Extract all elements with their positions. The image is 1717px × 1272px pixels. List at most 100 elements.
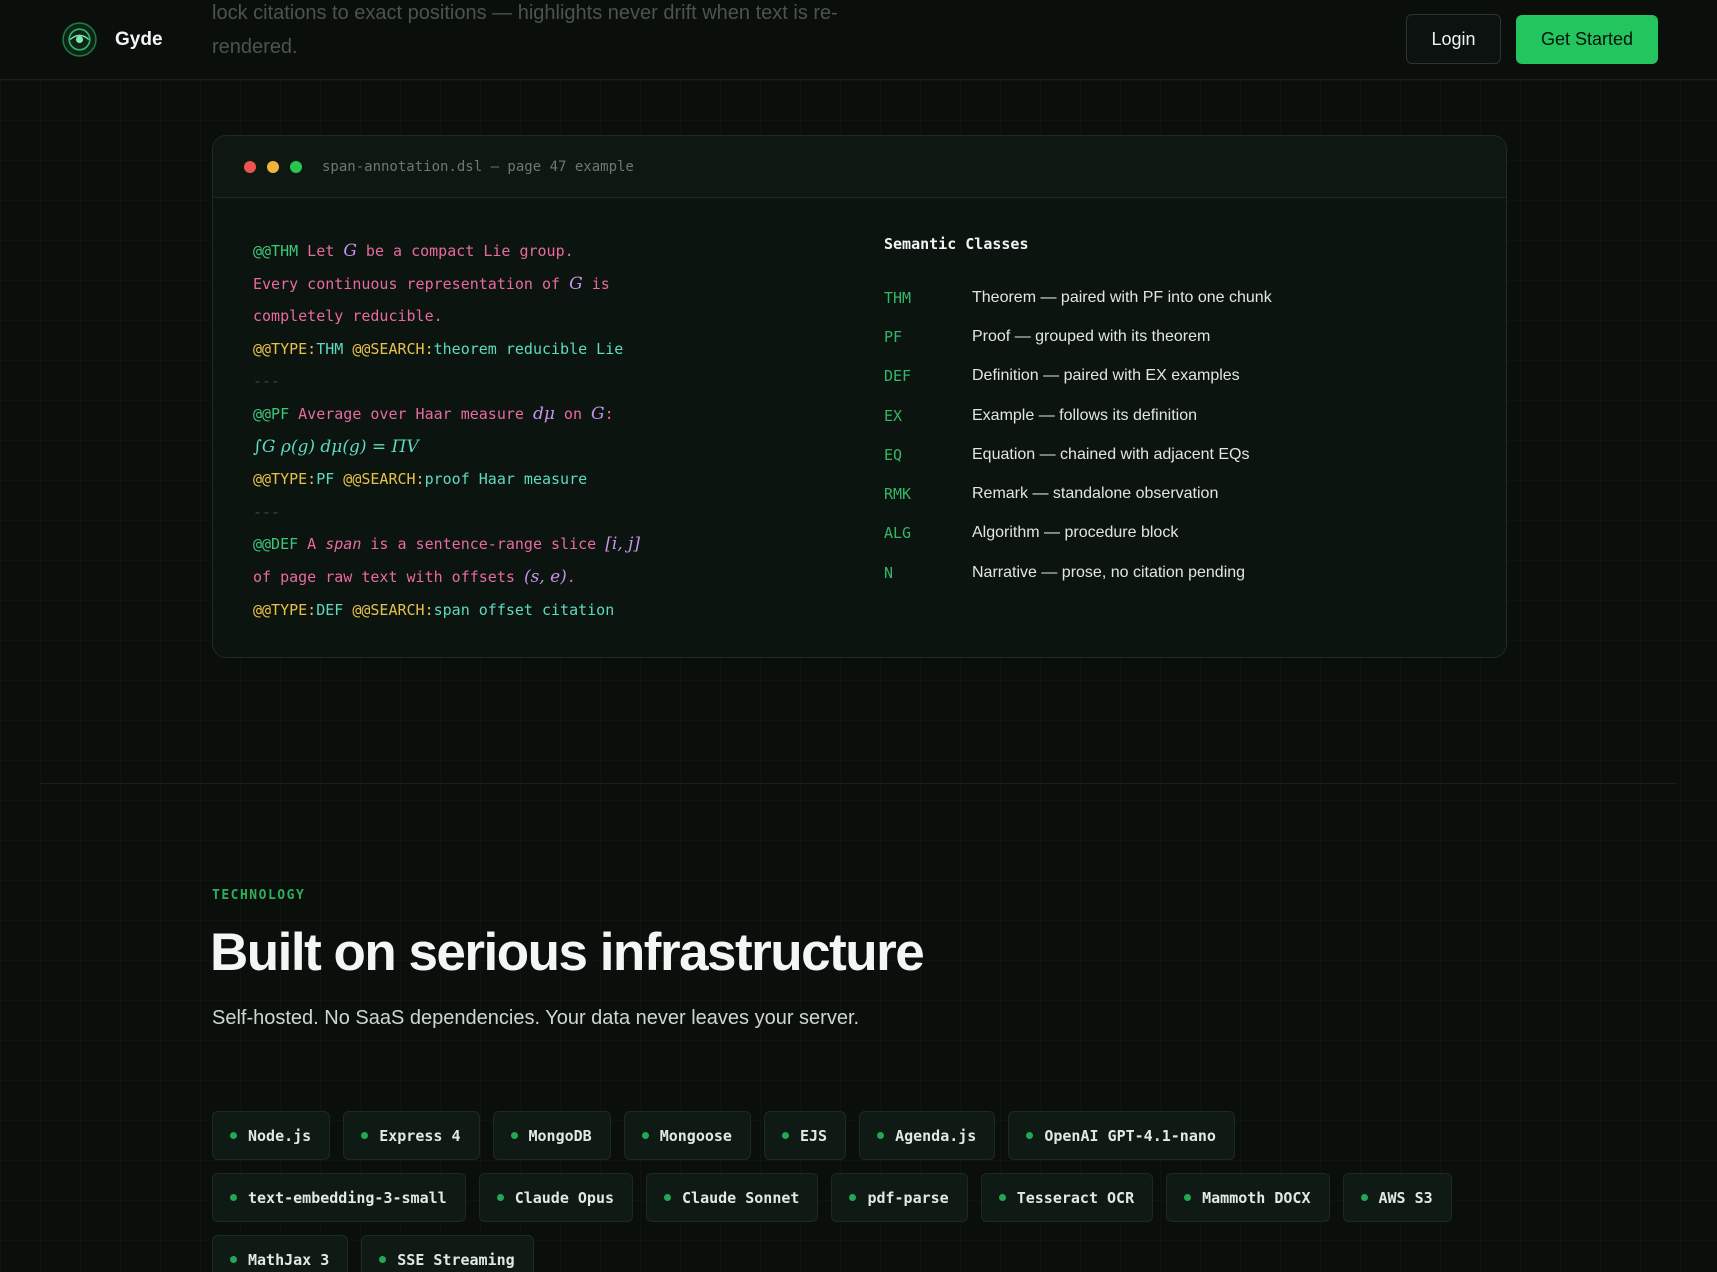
class-code: PF — [884, 327, 903, 346]
class-description: Definition — paired with EX examples — [972, 367, 1240, 385]
bullet-dot-icon — [510, 1132, 518, 1139]
chip-label: Claude Opus — [514, 1188, 615, 1207]
brand-link[interactable]: Gyde — [61, 21, 163, 58]
tech-chip: Claude Sonnet — [646, 1173, 819, 1222]
get-started-button[interactable]: Get Started — [1516, 15, 1658, 64]
class-description: Algorithm — procedure block — [972, 524, 1179, 542]
site-header: lock citations to exact positions — high… — [0, 0, 1717, 80]
code-line: --- — [253, 496, 640, 529]
semantic-class-row: EX Example — follows its definition — [884, 396, 1272, 435]
class-description: Example — follows its definition — [972, 406, 1197, 424]
semantic-classes-title: Semantic Classes — [884, 235, 1029, 253]
bullet-dot-icon — [230, 1132, 237, 1139]
chip-row: text-embedding-3-small Claude Opus Claud… — [212, 1173, 1502, 1222]
red-dot-icon — [244, 160, 256, 173]
tag-thm: @@THM — [253, 242, 299, 260]
code-text: Every continuous representation of — [253, 274, 570, 293]
semantic-classes-list: THM Theorem — paired with PF into one chu… — [884, 278, 1272, 592]
search-value: proof Haar measure — [424, 470, 588, 489]
type-value: DEF — [316, 600, 344, 619]
chip-label: Mammoth DOCX — [1202, 1188, 1311, 1207]
chip-label: MongoDB — [528, 1126, 592, 1145]
code-text: of page raw text with offsets — [253, 567, 524, 586]
chip-label: Tesseract OCR — [1016, 1188, 1135, 1207]
tech-chip: Agenda.js — [859, 1111, 996, 1160]
code-line: @@PF Average over Haar measure dμ on G: — [253, 398, 640, 431]
separator: --- — [253, 502, 281, 521]
code-line: Every continuous representation of G is — [253, 268, 640, 301]
bullet-dot-icon — [877, 1132, 885, 1139]
bullet-dot-icon — [230, 1256, 237, 1263]
chip-label: OpenAI GPT-4.1-nano — [1044, 1126, 1216, 1145]
panel-titlebar: span-annotation.dsl — page 47 example — [213, 136, 1506, 198]
chip-label: AWS S3 — [1378, 1188, 1433, 1207]
semantic-class-row: RMK Remark — standalone observation — [884, 474, 1272, 513]
code-text: A — [298, 535, 326, 554]
chip-label: EJS — [799, 1126, 828, 1145]
section-divider — [40, 783, 1677, 784]
section-eyebrow: TECHNOLOGY — [212, 888, 306, 903]
class-description: Remark — standalone observation — [972, 485, 1219, 503]
class-code: RMK — [884, 485, 912, 504]
class-code: THM — [884, 288, 912, 307]
code-line: completely reducible. — [253, 300, 640, 333]
class-description: Theorem — paired with PF into one chunk — [972, 288, 1272, 306]
gyde-logo-icon — [62, 22, 97, 57]
search-value: span offset citation — [433, 600, 615, 619]
semantic-class-row: PF Proof — grouped with its theorem — [884, 317, 1272, 356]
search-directive: @@SEARCH: — [343, 600, 434, 619]
bullet-dot-icon — [849, 1194, 857, 1201]
bullet-dot-icon — [1360, 1194, 1368, 1201]
tech-chip: Express 4 — [343, 1111, 480, 1160]
class-description: Narrative — prose, no citation pending — [972, 563, 1246, 581]
semantic-class-row: THM Theorem — paired with PF into one chu… — [884, 278, 1272, 317]
math-symbol: (s, e) — [523, 566, 567, 587]
bullet-dot-icon — [379, 1256, 387, 1263]
code-text: . — [566, 567, 576, 586]
dsl-code-block: @@THM Let G be a compact Lie group. Ever… — [253, 235, 640, 626]
tech-chip: Mammoth DOCX — [1166, 1173, 1330, 1222]
code-line: --- — [253, 365, 640, 398]
class-description: Equation — chained with adjacent EQs — [972, 445, 1250, 463]
tech-chip: Claude Opus — [478, 1173, 634, 1222]
login-button[interactable]: Login — [1406, 14, 1501, 64]
chip-label: pdf-parse — [867, 1188, 949, 1207]
class-code: EQ — [884, 445, 903, 464]
search-directive: @@SEARCH: — [334, 470, 425, 489]
chip-label: SSE Streaming — [397, 1250, 515, 1269]
code-line: @@THM Let G be a compact Lie group. — [253, 235, 640, 268]
code-text: is a sentence-range slice — [361, 535, 606, 554]
tech-chip: pdf-parse — [831, 1173, 968, 1222]
tech-chip: text-embedding-3-small — [212, 1173, 466, 1222]
chip-row: Node.js Express 4 MongoDB Mongoose EJS A… — [212, 1111, 1502, 1160]
bullet-dot-icon — [361, 1132, 369, 1139]
tech-chip: AWS S3 — [1342, 1173, 1452, 1222]
chip-label: Express 4 — [379, 1126, 461, 1145]
math-symbol: G — [569, 273, 583, 294]
class-description: Proof — grouped with its theorem — [972, 327, 1211, 345]
math-symbol: G — [591, 403, 605, 424]
search-value: theorem reducible Lie — [433, 339, 624, 358]
code-line: @@DEF A span is a sentence-range slice [… — [253, 528, 640, 561]
chip-row: MathJax 3 SSE Streaming — [212, 1235, 1502, 1272]
bullet-dot-icon — [1026, 1132, 1034, 1139]
code-line: ∫G ρ(g) dμ(g) = ΠV — [253, 431, 640, 464]
chip-label: Agenda.js — [895, 1126, 977, 1145]
type-directive: @@TYPE: — [253, 600, 317, 619]
semantic-class-row: N Narrative — prose, no citation pending — [884, 553, 1272, 592]
section-headline: Built on serious infrastructure — [210, 923, 925, 982]
scrolled-feature-text: lock citations to exact positions — high… — [212, 2, 838, 58]
chip-label: Node.js — [248, 1126, 312, 1145]
bullet-dot-icon — [664, 1194, 672, 1201]
bullet-dot-icon — [781, 1132, 789, 1139]
tech-chip: MathJax 3 — [212, 1235, 349, 1272]
math-symbol: G — [343, 241, 357, 261]
search-directive: @@SEARCH: — [343, 339, 434, 358]
separator: --- — [253, 372, 281, 391]
chip-label: MathJax 3 — [248, 1250, 330, 1269]
code-line: of page raw text with offsets (s, e). — [253, 561, 640, 594]
code-text: is — [582, 274, 610, 293]
code-text: Average over Haar measure — [289, 404, 533, 423]
yellow-dot-icon — [267, 160, 279, 173]
panel-title: span-annotation.dsl — page 47 example — [322, 158, 634, 175]
